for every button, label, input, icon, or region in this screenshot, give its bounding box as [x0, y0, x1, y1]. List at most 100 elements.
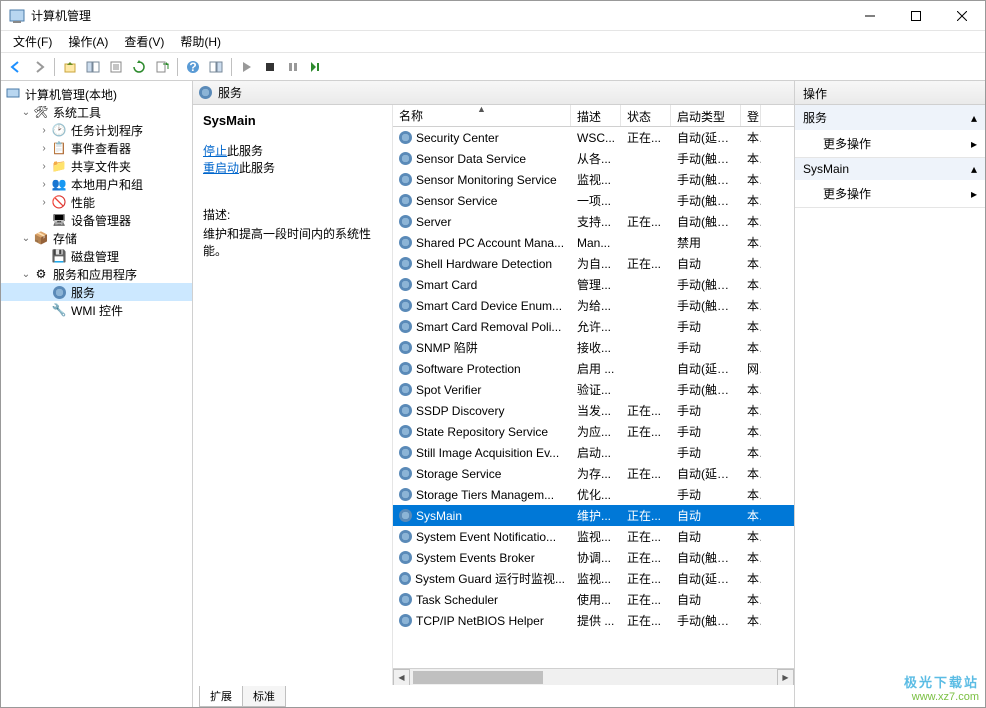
tree-services-apps[interactable]: ⌄⚙服务和应用程序	[1, 265, 192, 283]
service-row[interactable]: SysMain维护...正在...自动本	[393, 505, 794, 526]
service-row[interactable]: SNMP 陷阱接收...手动本	[393, 337, 794, 358]
service-row[interactable]: Shell Hardware Detection为自...正在...自动本	[393, 253, 794, 274]
cell-logon: 本	[741, 570, 761, 587]
service-row[interactable]: Smart Card Removal Poli...允许...手动本	[393, 316, 794, 337]
tree-wmi[interactable]: 🔧WMI 控件	[1, 301, 192, 319]
tree-storage[interactable]: ⌄📦存储	[1, 229, 192, 247]
service-row[interactable]: System Events Broker协调...正在...自动(触发...本	[393, 547, 794, 568]
tab-standard[interactable]: 标准	[242, 686, 286, 707]
forward-button[interactable]	[28, 56, 50, 78]
service-row[interactable]: Smart Card管理...手动(触发...本	[393, 274, 794, 295]
service-row[interactable]: SSDP Discovery当发...正在...手动本	[393, 400, 794, 421]
tree-services[interactable]: 服务	[1, 283, 192, 301]
detail-panel: SysMain 停止此服务 重启动此服务 描述: 维护和提高一段时间内的系统性能…	[193, 105, 393, 685]
service-row[interactable]: Still Image Acquisition Ev...启动...手动本	[393, 442, 794, 463]
service-row[interactable]: Task Scheduler使用...正在...自动本	[393, 589, 794, 610]
export-button[interactable]	[151, 56, 173, 78]
cell-desc: 优化...	[571, 486, 621, 503]
maximize-button[interactable]	[893, 1, 939, 31]
menu-action[interactable]: 操作(A)	[60, 31, 116, 52]
restart-service-button[interactable]	[305, 56, 327, 78]
stop-link[interactable]: 停止	[203, 144, 227, 158]
collapse-icon[interactable]: ⌄	[19, 269, 33, 280]
actions-more-services[interactable]: 更多操作▸	[795, 130, 985, 157]
tree-system-tools[interactable]: ⌄🛠系统工具	[1, 103, 192, 121]
service-row[interactable]: Storage Tiers Managem...优化...手动本	[393, 484, 794, 505]
tree-disk-management[interactable]: 💾磁盘管理	[1, 247, 192, 265]
back-button[interactable]	[5, 56, 27, 78]
column-status[interactable]: 状态	[621, 105, 671, 126]
tree-performance[interactable]: ›🚫性能	[1, 193, 192, 211]
actions-more-sysmain[interactable]: 更多操作▸	[795, 180, 985, 207]
expand-icon[interactable]: ›	[37, 197, 51, 208]
service-row[interactable]: System Event Notificatio...监视...正在...自动本	[393, 526, 794, 547]
expand-icon[interactable]: ›	[37, 161, 51, 172]
cell-logon: 本	[741, 549, 761, 566]
pause-service-button[interactable]	[282, 56, 304, 78]
gear-icon	[199, 86, 212, 99]
expand-icon[interactable]: ›	[37, 179, 51, 190]
computer-icon	[5, 86, 21, 102]
tree-shared-folders[interactable]: ›📁共享文件夹	[1, 157, 192, 175]
menu-view[interactable]: 查看(V)	[116, 31, 172, 52]
cell-desc: 提供 ...	[571, 612, 621, 629]
service-row[interactable]: Sensor Data Service从各...手动(触发...本	[393, 148, 794, 169]
service-row[interactable]: Software Protection启用 ...自动(延迟...网	[393, 358, 794, 379]
sort-asc-icon: ▲	[477, 105, 486, 114]
svg-text:?: ?	[189, 60, 196, 74]
tree-device-manager[interactable]: 🖥设备管理器	[1, 211, 192, 229]
service-row[interactable]: Spot Verifier验证...手动(触发...本	[393, 379, 794, 400]
tree-local-users[interactable]: ›👥本地用户和组	[1, 175, 192, 193]
cell-startup: 自动(延迟...	[671, 129, 741, 146]
service-row[interactable]: Smart Card Device Enum...为给...手动(触发...本	[393, 295, 794, 316]
service-row[interactable]: TCP/IP NetBIOS Helper提供 ...正在...手动(触发...…	[393, 610, 794, 631]
tree-task-scheduler[interactable]: ›🕑任务计划程序	[1, 121, 192, 139]
collapse-icon[interactable]: ⌄	[19, 233, 33, 244]
actions-group-sysmain[interactable]: SysMain▴	[795, 158, 985, 180]
help-button[interactable]: ?	[182, 56, 204, 78]
service-row[interactable]: Storage Service为存...正在...自动(延迟...本	[393, 463, 794, 484]
service-row[interactable]: State Repository Service为应...正在...手动本	[393, 421, 794, 442]
service-row[interactable]: Server支持...正在...自动(触发...本	[393, 211, 794, 232]
service-row[interactable]: Shared PC Account Mana...Man...禁用本	[393, 232, 794, 253]
tree-label: 共享文件夹	[71, 158, 131, 175]
scroll-right-button[interactable]: ▶	[777, 669, 794, 685]
tree-event-viewer[interactable]: ›📋事件查看器	[1, 139, 192, 157]
service-row[interactable]: Sensor Service一项...手动(触发...本	[393, 190, 794, 211]
folder-icon: 📁	[51, 158, 67, 174]
list-body[interactable]: Security CenterWSC...正在...自动(延迟...本Senso…	[393, 127, 794, 668]
column-name[interactable]: 名称▲	[393, 105, 571, 126]
column-logon[interactable]: 登	[741, 105, 761, 126]
expand-icon[interactable]: ›	[37, 143, 51, 154]
cell-logon: 本	[741, 528, 761, 545]
up-button[interactable]	[59, 56, 81, 78]
start-service-button[interactable]	[236, 56, 258, 78]
properties-button[interactable]	[105, 56, 127, 78]
cell-desc: WSC...	[571, 131, 621, 145]
tree-panel[interactable]: 计算机管理(本地) ⌄🛠系统工具 ›🕑任务计划程序 ›📋事件查看器 ›📁共享文件…	[1, 81, 193, 707]
show-hide-tree-button[interactable]	[82, 56, 104, 78]
restart-link[interactable]: 重启动	[203, 161, 239, 175]
actions-group-services[interactable]: 服务▴	[795, 105, 985, 130]
close-button[interactable]	[939, 1, 985, 31]
column-startup-type[interactable]: 启动类型	[671, 105, 741, 126]
scroll-left-button[interactable]: ◀	[393, 669, 410, 685]
service-row[interactable]: Security CenterWSC...正在...自动(延迟...本	[393, 127, 794, 148]
minimize-button[interactable]	[847, 1, 893, 31]
service-row[interactable]: Sensor Monitoring Service监视...手动(触发...本	[393, 169, 794, 190]
scroll-thumb[interactable]	[413, 671, 543, 684]
column-description[interactable]: 描述	[571, 105, 621, 126]
service-row[interactable]: System Guard 运行时监视...监视...正在...自动(延迟...本	[393, 568, 794, 589]
collapse-icon[interactable]: ⌄	[19, 107, 33, 118]
horizontal-scrollbar[interactable]: ◀ ▶	[393, 668, 794, 685]
menu-file[interactable]: 文件(F)	[5, 31, 60, 52]
cell-startup: 自动	[671, 591, 741, 608]
cell-name: Sensor Data Service	[393, 152, 571, 166]
stop-service-button[interactable]	[259, 56, 281, 78]
refresh-button[interactable]	[128, 56, 150, 78]
expand-icon[interactable]: ›	[37, 125, 51, 136]
tab-extended[interactable]: 扩展	[199, 686, 243, 707]
show-hide-action-button[interactable]	[205, 56, 227, 78]
menu-help[interactable]: 帮助(H)	[172, 31, 229, 52]
tree-root[interactable]: 计算机管理(本地)	[1, 85, 192, 103]
